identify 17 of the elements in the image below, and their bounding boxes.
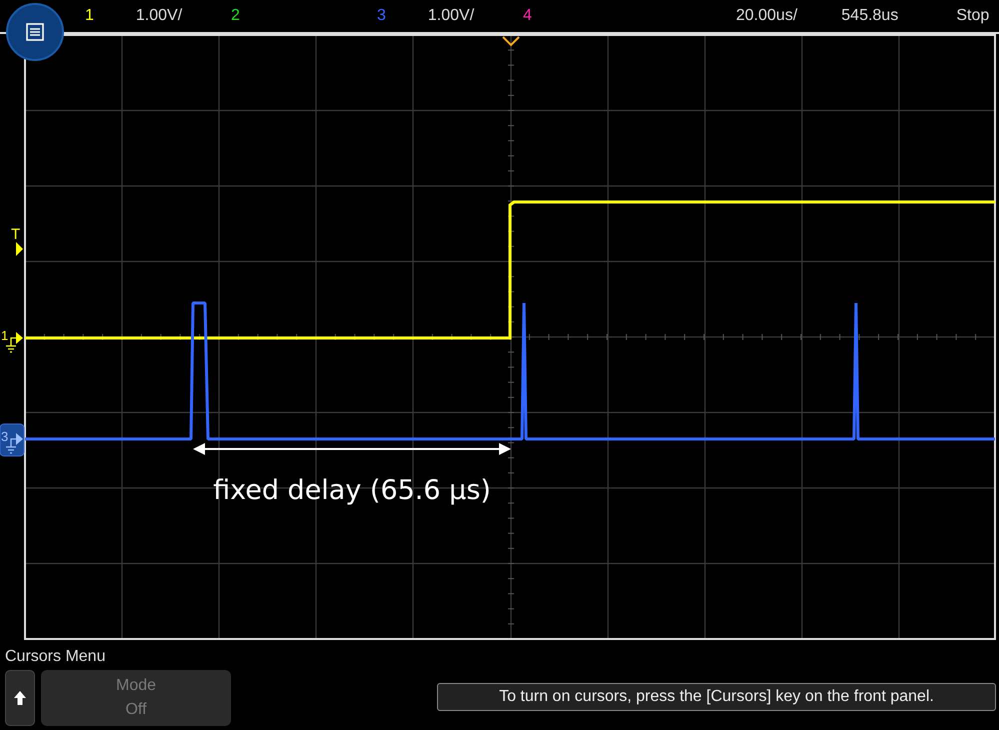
channel-number[interactable]: 2 <box>231 7 240 25</box>
up-arrow-icon <box>13 690 27 706</box>
time-delay: 545.8us <box>841 7 898 25</box>
ground-marker[interactable]: 3 <box>0 424 24 456</box>
run-status: Stop <box>956 7 990 25</box>
time-scale: 20.00us/ <box>736 7 798 25</box>
menu-icon <box>25 22 45 42</box>
channel-scale: 1.00V/ <box>428 7 474 25</box>
delay-annotation: fixed delay (65.6 µs) <box>213 475 491 506</box>
back-button[interactable] <box>5 670 35 726</box>
trigger-position-icon <box>502 36 520 46</box>
help-message: To turn on cursors, press the [Cursors] key on the front panel. <box>437 683 996 711</box>
menu-title: Cursors Menu <box>5 648 106 666</box>
channel-scale: 1.00V/ <box>136 7 182 25</box>
channel-number[interactable]: 4 <box>523 7 532 25</box>
channel-number[interactable]: 1 <box>85 7 94 25</box>
channel-number[interactable]: 3 <box>377 7 386 25</box>
